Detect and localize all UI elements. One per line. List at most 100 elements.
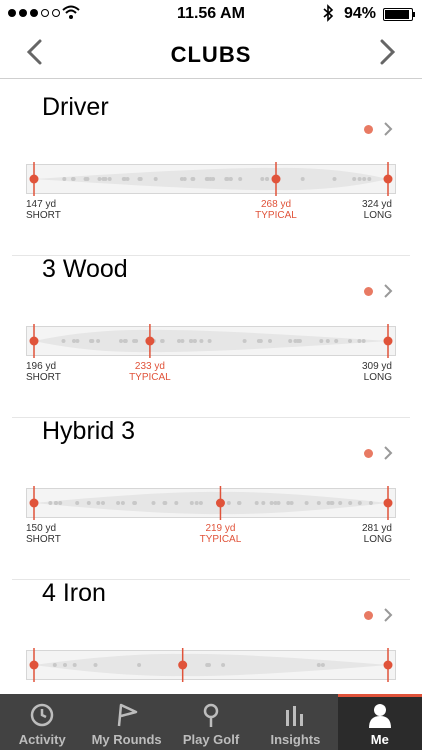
- shot-dot: [137, 663, 142, 667]
- shot-dot: [137, 177, 142, 181]
- shot-dot: [332, 177, 337, 181]
- shot-dot: [132, 501, 137, 505]
- chevron-right-icon[interactable]: [382, 607, 394, 623]
- shot-dot: [121, 177, 126, 181]
- bluetooth-icon: [323, 4, 334, 22]
- club-status-dot: [364, 449, 373, 458]
- shot-dot: [319, 339, 324, 343]
- shot-dot: [54, 501, 58, 505]
- chevron-right-icon[interactable]: [382, 445, 394, 461]
- tab-me[interactable]: Me: [337, 694, 422, 750]
- shot-dot: [242, 339, 247, 343]
- short-label: SHORT: [26, 534, 61, 545]
- battery-percent: 94%: [344, 5, 377, 22]
- shot-dot: [238, 177, 243, 181]
- club-name: Driver: [42, 93, 109, 121]
- shot-dot: [221, 663, 226, 667]
- shot-dot: [48, 501, 53, 505]
- shot-dot: [119, 339, 123, 343]
- chevron-right-icon[interactable]: [382, 121, 394, 137]
- shot-dot: [329, 501, 334, 505]
- club-name: 4 Iron: [42, 579, 106, 607]
- clock-icon: [30, 703, 54, 727]
- shot-dot: [61, 339, 66, 343]
- shot-dot: [72, 663, 77, 667]
- shot-dot: [288, 339, 293, 343]
- flag-icon: [117, 703, 137, 727]
- typical-marker: [215, 498, 225, 508]
- shot-dot: [368, 501, 373, 505]
- long-marker: [383, 498, 393, 508]
- tab-activity[interactable]: Activity: [0, 694, 84, 750]
- shot-dot: [208, 177, 213, 181]
- shot-dot: [205, 663, 210, 667]
- forward-chevron-icon[interactable]: [376, 38, 398, 66]
- nav-bar: CLUBS: [0, 28, 422, 79]
- shot-dot: [189, 339, 194, 343]
- bar-chart-icon: [286, 706, 304, 726]
- tab-play-golf[interactable]: Play Golf: [169, 694, 253, 750]
- tab-my-rounds-label: My Rounds: [91, 732, 162, 747]
- shot-dot: [86, 501, 91, 505]
- shot-dot: [163, 501, 168, 505]
- long-label: LONG: [363, 210, 392, 221]
- short-marker: [29, 174, 39, 184]
- shot-dot: [361, 339, 366, 343]
- shot-dot: [304, 501, 309, 505]
- typical-distance: 219 yd: [205, 523, 236, 534]
- shot-dot: [153, 177, 158, 181]
- shot-dot: [256, 339, 261, 343]
- club-row[interactable]: Hybrid 3 150 yd SHORT 219 yd TYPICAL 281 yd LO…: [12, 417, 410, 580]
- shot-dot: [224, 177, 229, 181]
- shot-dot: [63, 663, 67, 667]
- long-distance: 309 yd: [361, 361, 392, 372]
- tab-insights[interactable]: Insights: [253, 694, 337, 750]
- chevron-right-icon[interactable]: [382, 283, 394, 299]
- location-pin-icon: [203, 703, 219, 727]
- page-title: CLUBS: [170, 42, 252, 67]
- typical-distance: 233 yd: [134, 361, 165, 372]
- shot-dot: [316, 663, 321, 667]
- distance-range-chart: [26, 486, 396, 520]
- club-row[interactable]: 3 Wood 196 yd SHORT 233 yd TYPICAL 309 yd LONG: [12, 255, 410, 418]
- shot-dot: [204, 177, 209, 181]
- club-name: 3 Wood: [42, 255, 128, 283]
- typical-marker: [145, 336, 155, 346]
- short-distance: 196 yd: [26, 361, 57, 372]
- tab-activity-label: Activity: [18, 732, 66, 747]
- long-label: LONG: [363, 534, 392, 545]
- shot-dot: [367, 177, 372, 181]
- shot-dot: [93, 663, 98, 667]
- shot-dot: [85, 177, 90, 181]
- long-label: LONG: [363, 372, 392, 383]
- shot-dot: [160, 339, 165, 343]
- shot-dot: [286, 501, 291, 505]
- shot-dot: [269, 501, 274, 505]
- typical-distance: 268 yd: [260, 199, 292, 210]
- shot-dot: [120, 501, 125, 505]
- shot-dot: [352, 177, 357, 181]
- short-distance: 147 yd: [26, 199, 57, 210]
- shot-dot: [96, 501, 101, 505]
- long-distance: 281 yd: [361, 523, 392, 534]
- shot-dot: [97, 177, 102, 181]
- shot-dot: [89, 339, 93, 343]
- shot-dot: [357, 501, 362, 505]
- tab-my-rounds[interactable]: My Rounds: [84, 694, 168, 750]
- short-marker: [29, 660, 39, 670]
- shot-dot: [198, 501, 203, 505]
- club-name: Hybrid 3: [42, 417, 136, 445]
- shot-dot: [260, 177, 265, 181]
- distance-range-chart: [26, 324, 396, 358]
- long-marker: [383, 660, 393, 670]
- short-marker: [29, 498, 39, 508]
- shot-dot: [357, 339, 362, 343]
- typical-marker: [271, 174, 281, 184]
- short-marker: [29, 336, 39, 346]
- shot-dot: [199, 339, 204, 343]
- shot-dot: [58, 501, 63, 505]
- typical-label: TYPICAL: [255, 210, 297, 221]
- shot-dot: [237, 501, 242, 505]
- club-row[interactable]: Driver 147 yd SHORT 268 yd TYPICAL 324 yd LONG: [12, 93, 410, 256]
- shot-dot: [134, 339, 139, 343]
